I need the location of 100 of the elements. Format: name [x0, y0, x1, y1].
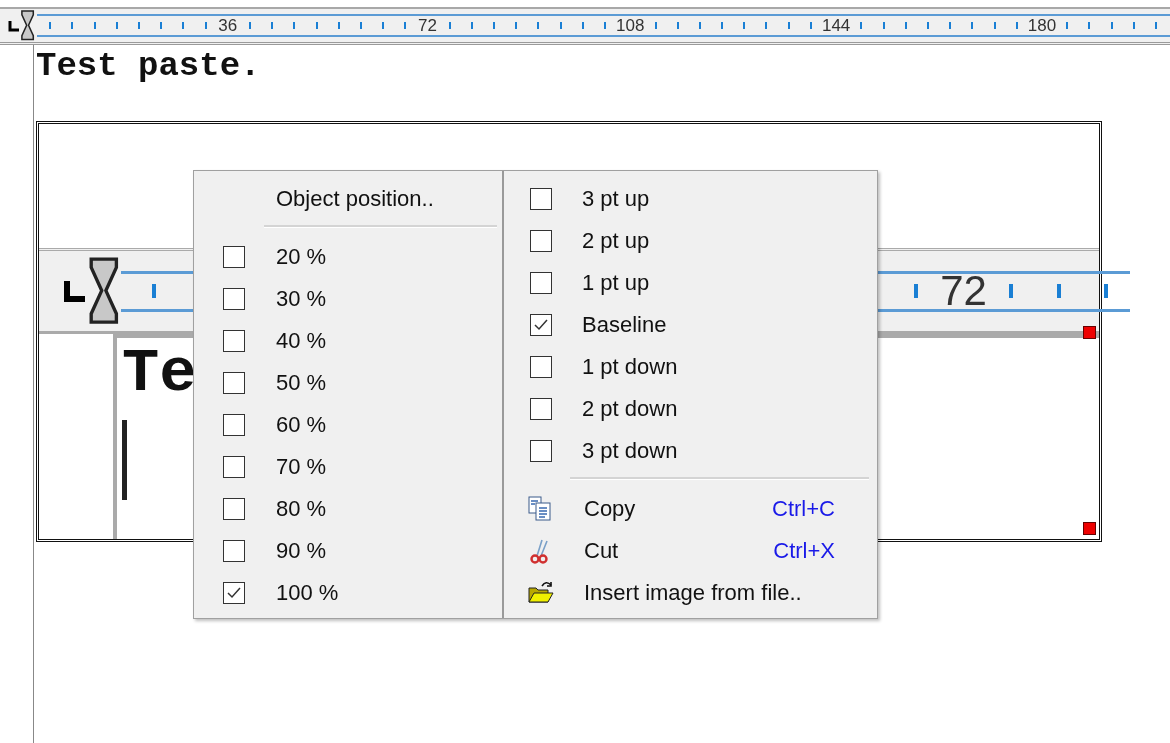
ruler-tick: [698, 22, 701, 29]
checkbox[interactable]: [223, 246, 245, 268]
menu-item[interactable]: 40 %: [194, 320, 502, 362]
checkbox[interactable]: [223, 540, 245, 562]
checkbox[interactable]: [223, 372, 245, 394]
ruler-tick: [138, 22, 141, 29]
ruler-tick: [293, 22, 296, 29]
ruler-tick: [860, 22, 863, 29]
ruler-tick: [271, 22, 274, 29]
ruler-tick: [949, 22, 952, 29]
menu-item[interactable]: 1 pt down: [504, 346, 877, 388]
menu-item[interactable]: Baseline: [504, 304, 877, 346]
menu-item[interactable]: 70 %: [194, 446, 502, 488]
ruler-tick: [537, 22, 540, 29]
ruler-tick: [809, 22, 812, 29]
checkbox[interactable]: [530, 272, 552, 294]
tab-stop-icon[interactable]: [63, 279, 87, 303]
ruler-tick: [581, 22, 584, 29]
ruler-tick: [49, 22, 52, 29]
ruler-tick: [337, 22, 340, 29]
menu-item[interactable]: 50 %: [194, 362, 502, 404]
menu-item[interactable]: 60 %: [194, 404, 502, 446]
checkmark-icon: [226, 585, 242, 601]
checkbox[interactable]: [530, 440, 552, 462]
ruler-tick: [882, 22, 885, 29]
menu-item[interactable]: 80 %: [194, 488, 502, 530]
resize-handle[interactable]: [1083, 522, 1096, 535]
checkbox[interactable]: [530, 230, 552, 252]
checkbox[interactable]: [223, 582, 245, 604]
ruler-tick: [993, 22, 996, 29]
ruler-tick: [787, 22, 790, 29]
ruler-tick: [904, 22, 907, 29]
ruler-tick: [1155, 22, 1158, 29]
ruler-tick: [1015, 22, 1018, 29]
ruler-tick: [1088, 22, 1091, 29]
ruler-tick: [1104, 284, 1109, 298]
indent-marker-icon[interactable]: [87, 257, 121, 325]
ruler-tick: [1009, 284, 1014, 298]
checkbox[interactable]: [223, 414, 245, 436]
checkbox[interactable]: [530, 188, 552, 210]
menu-item[interactable]: 2 pt down: [504, 388, 877, 430]
ruler-tick: [654, 22, 657, 29]
checkbox[interactable]: [223, 498, 245, 520]
document-text: Test paste.: [36, 46, 262, 87]
menu-item[interactable]: 20 %: [194, 236, 502, 278]
menu-item[interactable]: 3 pt down: [504, 430, 877, 472]
menu-item[interactable]: 30 %: [194, 278, 502, 320]
ruler-number: 72: [940, 270, 987, 312]
menu-item[interactable]: Cut Ctrl+X: [504, 530, 877, 572]
ruler-tick: [470, 22, 473, 29]
document-text: Te: [122, 342, 197, 406]
menu-item[interactable]: 1 pt up: [504, 262, 877, 304]
ruler-tick: [603, 22, 606, 29]
ruler-tick: [115, 22, 118, 29]
ruler-tick: [1056, 284, 1061, 298]
checkbox[interactable]: [223, 330, 245, 352]
ruler-tick: [1132, 22, 1135, 29]
ruler-tick: [93, 22, 96, 29]
ruler-tick: [315, 22, 318, 29]
ruler-tick: [971, 22, 974, 29]
resize-handle[interactable]: [1083, 326, 1096, 339]
menu-item[interactable]: 90 %: [194, 530, 502, 572]
ruler-number: 180: [1027, 17, 1057, 34]
ruler-tick: [1066, 22, 1069, 29]
ruler-tick: [676, 22, 679, 29]
folder-icon: [528, 580, 554, 604]
ruler-tick: [448, 22, 451, 29]
ruler-number: 72: [418, 17, 437, 34]
menu-item[interactable]: 100 %: [194, 572, 502, 614]
shortcut-text: Ctrl+C: [772, 496, 835, 522]
menu-item[interactable]: 3 pt up: [504, 178, 877, 220]
ruler-tick: [765, 22, 768, 29]
ruler-tick: [1110, 22, 1113, 29]
checkmark-icon: [533, 317, 549, 333]
menu-item[interactable]: Copy Ctrl+C: [504, 488, 877, 530]
checkbox[interactable]: [530, 314, 552, 336]
ruler-tick: [160, 22, 163, 29]
ruler-tick: [152, 284, 157, 298]
checkbox[interactable]: [530, 398, 552, 420]
ruler-tick: [71, 22, 74, 29]
ruler-number: 36: [218, 17, 238, 34]
menu-item[interactable]: 2 pt up: [504, 220, 877, 262]
tab-stop-icon[interactable]: [8, 19, 20, 32]
ruler-tick: [182, 22, 185, 29]
ruler-tick: [404, 22, 407, 29]
ruler-tick: [515, 22, 518, 29]
ruler-number: 144: [821, 17, 851, 34]
menu-item[interactable]: Object position..: [194, 178, 502, 220]
checkbox[interactable]: [223, 288, 245, 310]
ruler-tick: [248, 22, 251, 29]
indent-marker-icon[interactable]: [20, 10, 36, 41]
checkbox[interactable]: [223, 456, 245, 478]
ruler-tick: [559, 22, 562, 29]
ruler-tick: [382, 22, 385, 29]
copy-icon: [528, 496, 552, 522]
menu-item[interactable]: Insert image from file..: [504, 572, 877, 614]
ruler-tick: [359, 22, 362, 29]
ruler-tick: [721, 22, 724, 29]
ruler-tick: [204, 22, 207, 29]
checkbox[interactable]: [530, 356, 552, 378]
